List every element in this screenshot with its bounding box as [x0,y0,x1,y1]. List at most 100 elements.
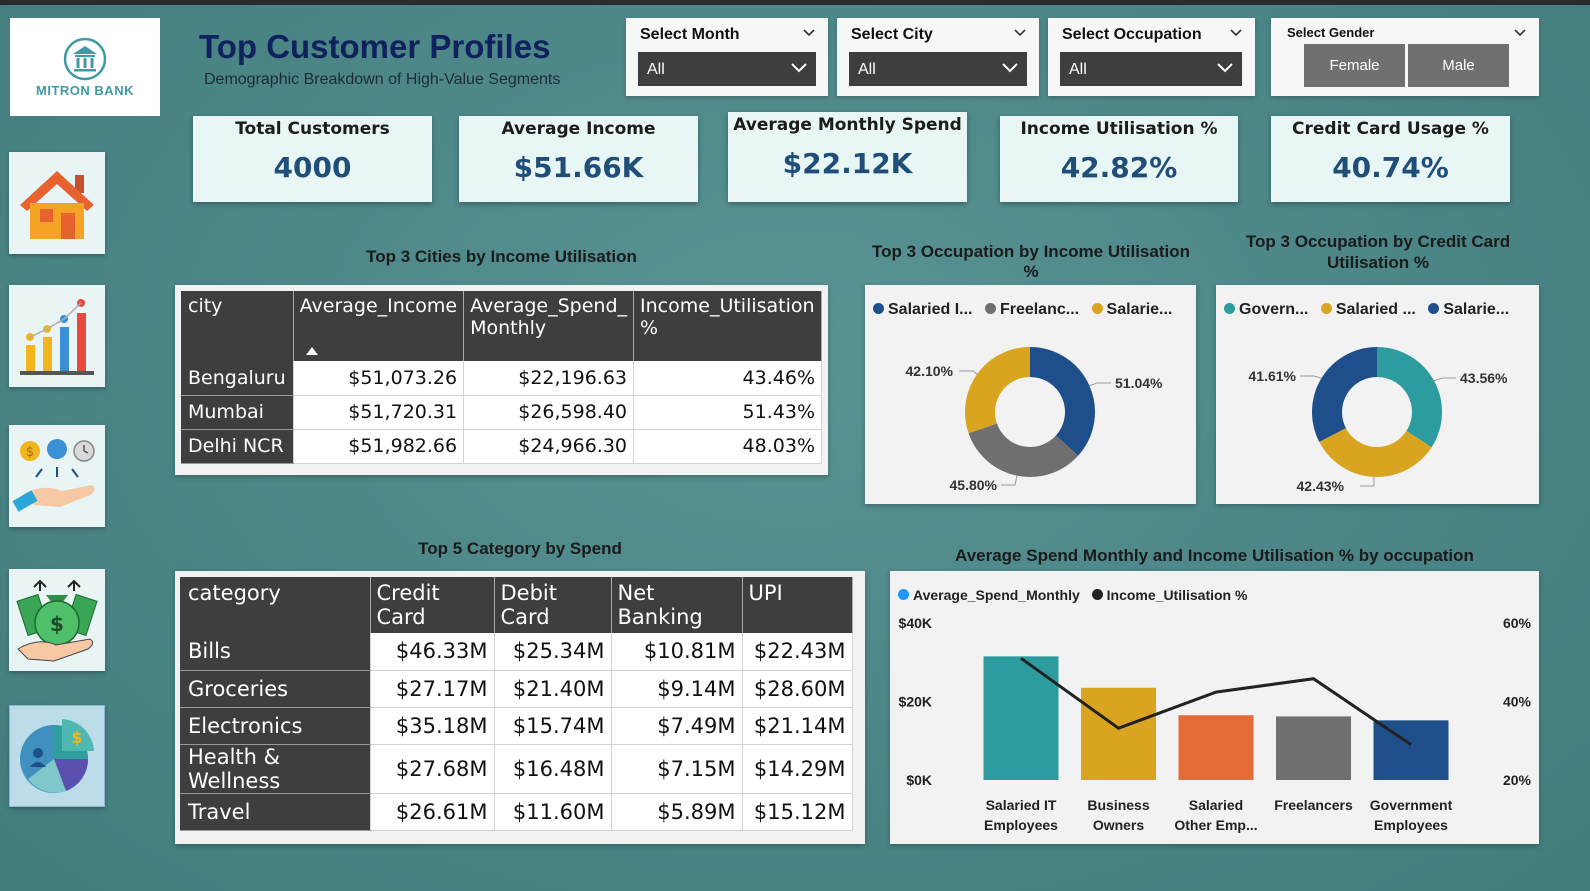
table-cell: 51.43% [633,395,822,430]
column-header[interactable]: Average_Spend_ Monthly [463,291,635,361]
table-cell: Travel [180,793,371,831]
table-cell: $21.40M [494,670,612,708]
kpi-value: 4000 [273,151,352,184]
city-slicer: Select City All [837,18,1039,96]
column-header[interactable]: city [181,291,294,361]
nav-profiles-button[interactable]: $ [9,705,105,807]
table-cell: $27.17M [370,670,495,708]
category-table-title: Top 5 Category by Spend [418,539,622,558]
table-cell: $46.33M [370,633,495,671]
nav-home-button[interactable] [9,152,105,254]
x-axis-label: Employees [1374,817,1448,833]
table-cell: $9.14M [611,670,743,708]
hand-coins-icon: $ [12,439,95,512]
page-subtitle: Demographic Breakdown of High-Value Segm… [204,71,561,88]
table-cell: 43.46% [633,361,822,396]
nav-spending-button[interactable]: $ [9,425,105,527]
table-row: Mumbai $51,720.31 $26,598.40 51.43% [181,395,822,430]
leader-line [1001,475,1018,486]
column-header[interactable]: category [180,577,371,633]
city-slicer-label: Select City [851,26,933,43]
cities-table: city Average_Income Average_Spend_ Month… [181,291,822,464]
leader-line [1360,476,1375,487]
gender-male-button[interactable]: Male [1408,44,1509,87]
x-axis-label: Salaried [1189,797,1243,813]
column-header[interactable]: Debit Card [494,577,612,633]
x-axis-label: Salaried IT [986,797,1057,813]
table-row: Bills $46.33M $25.34M $10.81M $22.43M [180,633,853,671]
table-row: Electronics $35.18M $15.74M $7.49M $21.1… [180,707,853,745]
bar[interactable] [1276,716,1351,780]
column-header[interactable]: Credit Card [370,577,495,633]
occupation-slicer: Select Occupation All [1048,18,1255,96]
column-header[interactable]: UPI [742,577,853,633]
table-cell: $16.48M [494,744,612,794]
chevron-down-icon[interactable] [1229,26,1243,40]
donut-slice[interactable] [1029,347,1095,456]
table-row: Bengaluru $51,073.26 $22,196.63 43.46% [181,361,822,396]
occupation-dropdown[interactable]: All [1060,52,1242,86]
column-header[interactable]: Net Banking [611,577,743,633]
kpi-credit-card-usage: Credit Card Usage % 40.74% [1271,116,1510,202]
donut-slice[interactable] [1319,427,1432,477]
combo-chart-title: Average Spend Monthly and Income Utilisa… [955,546,1474,565]
x-axis-label: Owners [1093,817,1145,833]
bar[interactable] [1178,715,1254,780]
donut-slice[interactable] [968,422,1079,477]
table-row: Travel $26.61M $11.60M $5.89M $15.12M [180,793,853,831]
category-table: category Credit Card Debit Card Net Bank… [180,577,853,831]
city-dropdown[interactable]: All [849,52,1027,86]
pie-chart-icon: $ [20,719,94,793]
table-cell: 48.03% [633,429,822,464]
column-header[interactable]: Average_Income [293,291,465,361]
kpi-label: Total Customers [235,119,390,139]
column-header[interactable]: Income_Utilisation % [633,291,822,361]
bar-chart-icon [20,299,94,375]
nav-income-button[interactable]: $ [9,569,105,671]
bar[interactable] [1081,687,1156,780]
bar[interactable] [983,656,1059,780]
nav-trends-button[interactable] [9,285,105,387]
dropdown-arrow-icon [1217,63,1233,73]
table-header-row: city Average_Income Average_Spend_ Month… [181,291,822,361]
chevron-down-icon[interactable] [1513,26,1527,40]
donut-slice[interactable] [965,347,1031,434]
kpi-label: Income Utilisation % [1020,119,1218,139]
gender-female-button[interactable]: Female [1304,44,1405,87]
gender-slicer: Select Gender Female Male [1271,18,1539,96]
table-cell: $14.29M [742,744,853,794]
donut-slice[interactable] [1312,347,1378,442]
combo-chart: $0K $20K $40K 20% 40% 60% Salaried IT Employees… [899,615,1532,833]
svg-text:$: $ [71,728,82,747]
bar[interactable] [1373,720,1449,780]
category-table-panel: category Credit Card Debit Card Net Bank… [175,571,865,844]
leader-line [1089,382,1111,387]
donut1-panel: Salaried I... Freelanc... Salarie... 51.… [865,285,1196,504]
table-cell: $7.49M [611,707,743,745]
data-label: 42.10% [906,363,954,379]
table-cell: $28.60M [742,670,853,708]
money-bag-icon: $ [16,579,98,662]
y2-axis-tick: 40% [1503,694,1532,710]
donut-slice[interactable] [1376,347,1442,448]
city-dropdown-value: All [858,61,876,78]
table-cell: Health & Wellness [180,744,371,794]
table-cell: $26.61M [370,793,495,831]
y-axis-tick: $0K [906,772,932,788]
kpi-label: Average Monthly Spend [733,115,962,135]
chevron-down-icon[interactable] [802,26,816,40]
kpi-label: Average Income [501,119,656,139]
brand-name: MITRON BANK [36,82,134,98]
table-cell: $21.14M [742,707,853,745]
kpi-value: $22.12K [782,147,913,180]
table-row: Delhi NCR $51,982.66 $24,966.30 48.03% [181,429,822,464]
chevron-down-icon[interactable] [1013,26,1027,40]
top-border [0,0,1590,5]
kpi-income-utilisation: Income Utilisation % 42.82% [1000,116,1238,202]
table-cell: $10.81M [611,633,743,671]
kpi-value: 42.82% [1060,151,1178,184]
month-dropdown[interactable]: All [638,52,816,86]
y-axis-tick: $40K [899,615,932,631]
table-cell: $26,598.40 [463,395,635,430]
y-axis-tick: $20K [899,694,932,710]
